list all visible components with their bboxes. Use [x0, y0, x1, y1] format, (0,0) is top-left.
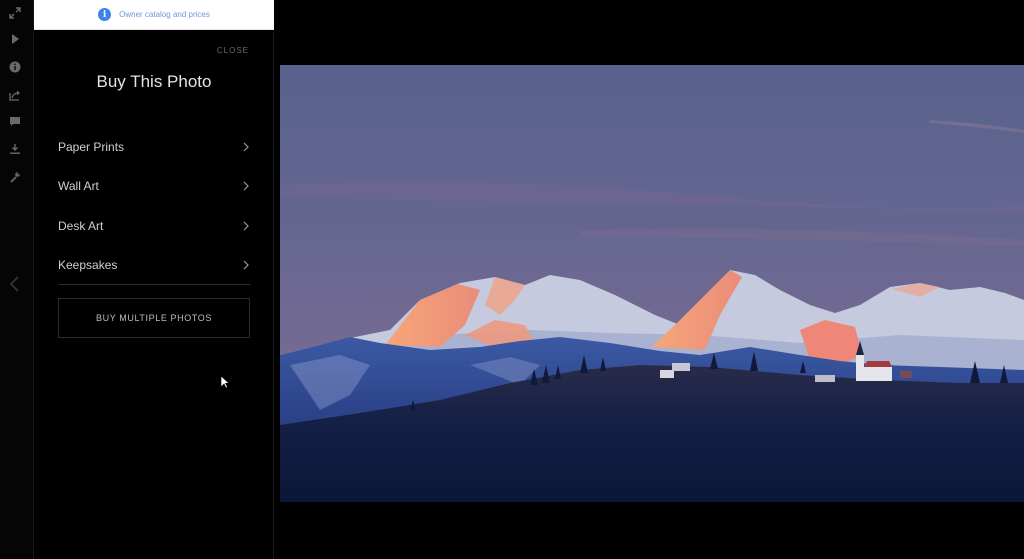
menu-divider — [58, 284, 250, 285]
tools-button[interactable] — [0, 167, 30, 187]
fullscreen-button[interactable] — [0, 3, 30, 23]
close-button[interactable]: CLOSE — [217, 46, 249, 55]
menu-item-label: Wall Art — [58, 179, 99, 194]
share-button[interactable] — [0, 85, 30, 105]
icon-rail — [0, 0, 34, 559]
menu-item-label: Keepsakes — [58, 258, 118, 273]
menu-item-desk-art[interactable]: Desk Art — [58, 206, 250, 246]
previous-photo-button[interactable] — [4, 272, 26, 296]
chevron-right-icon — [243, 142, 249, 152]
menu-item-label: Desk Art — [58, 218, 104, 233]
info-icon — [9, 61, 21, 73]
owner-catalog-text: Owner catalog and prices — [119, 10, 210, 19]
owner-catalog-link[interactable]: i Owner catalog and prices — [34, 0, 274, 30]
download-icon — [10, 144, 20, 154]
slideshow-button[interactable] — [0, 29, 30, 49]
mountain-sunset-photo — [280, 65, 1024, 502]
menu-item-keepsakes[interactable]: Keepsakes — [58, 246, 250, 286]
chevron-right-icon — [243, 221, 249, 231]
chevron-left-icon — [9, 276, 19, 292]
photo-info-button[interactable] — [0, 57, 30, 77]
info-circle-icon: i — [98, 8, 112, 21]
play-icon — [12, 34, 19, 44]
product-menu: Paper Prints Wall Art Desk Art Keepsakes — [58, 127, 250, 285]
share-icon — [9, 90, 20, 101]
comments-button[interactable] — [0, 112, 30, 132]
buy-multiple-photos-button[interactable]: BUY MULTIPLE PHOTOS — [58, 298, 250, 338]
menu-item-paper-prints[interactable]: Paper Prints — [58, 127, 250, 167]
buy-photo-panel: i Owner catalog and prices CLOSE Buy Thi… — [34, 0, 274, 559]
photo-viewer[interactable] — [280, 65, 1024, 502]
chevron-right-icon — [243, 260, 249, 270]
comment-icon — [10, 117, 20, 126]
wrench-icon — [10, 172, 20, 183]
mouse-cursor-icon — [220, 375, 230, 389]
chevron-right-icon — [243, 181, 249, 191]
expand-icon — [9, 7, 21, 19]
menu-item-label: Paper Prints — [58, 139, 125, 154]
download-button[interactable] — [0, 139, 30, 159]
panel-title: Buy This Photo — [96, 72, 212, 91]
menu-item-wall-art[interactable]: Wall Art — [58, 167, 250, 207]
